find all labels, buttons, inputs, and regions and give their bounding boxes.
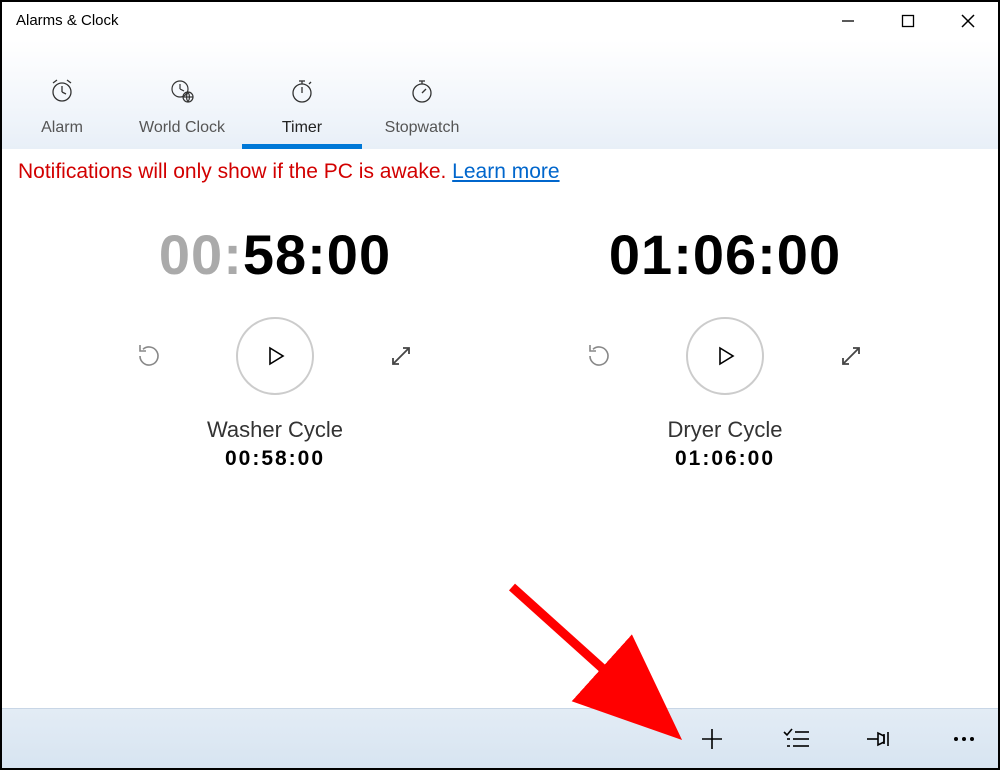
close-icon [960,13,976,29]
timer-name: Dryer Cycle [500,417,950,443]
reset-icon [584,341,614,371]
pin-icon [866,728,894,750]
tab-label: World Clock [139,119,225,137]
tab-label: Alarm [41,119,83,137]
timer-icon [289,78,315,109]
notification-bar: Notifications will only show if the PC i… [2,150,998,192]
select-button[interactable] [782,725,810,753]
app-window: Alarms & Clock Alarm [0,0,1000,770]
window-controls [818,2,998,40]
window-title: Alarms & Clock [16,2,119,40]
tab-label: Timer [282,119,322,137]
minimize-icon [841,14,855,28]
expand-button[interactable] [384,339,418,373]
tab-timer[interactable]: Timer [242,78,362,149]
command-bar [2,708,998,768]
timer-controls [50,317,500,395]
alarm-icon [49,78,75,109]
maximize-button[interactable] [878,2,938,40]
stopwatch-icon [409,78,435,109]
tabs-row: Alarm World Clock Timer [2,40,998,150]
more-button[interactable] [950,725,978,753]
maximize-icon [901,14,915,28]
checklist-icon [783,728,809,750]
timer-controls [500,317,950,395]
timer-duration: 00:58:00 [50,447,500,471]
play-button[interactable] [686,317,764,395]
worldclock-icon [169,78,195,109]
timer-hours: 01 [609,223,673,286]
tab-alarm[interactable]: Alarm [2,78,122,149]
tab-worldclock[interactable]: World Clock [122,78,242,149]
reset-icon [134,341,164,371]
title-bar: Alarms & Clock [2,2,998,40]
timer-minutes: 58 [243,223,307,286]
learn-more-link[interactable]: Learn more [452,160,559,183]
close-button[interactable] [938,2,998,40]
timer-display: 01:06:00 [500,222,950,287]
play-button[interactable] [236,317,314,395]
tab-label: Stopwatch [385,119,460,137]
pin-button[interactable] [866,725,894,753]
plus-icon [699,726,725,752]
minimize-button[interactable] [818,2,878,40]
ellipsis-icon [951,734,977,744]
timer-card: 01:06:00 Dryer Cycle 01:06:00 [500,222,950,471]
notification-text: Notifications will only show if the PC i… [18,160,452,183]
expand-icon [388,343,414,369]
play-icon [263,344,287,368]
timer-minutes: 06 [693,223,757,286]
play-icon [713,344,737,368]
add-timer-button[interactable] [698,725,726,753]
timer-hours: 00 [159,223,223,286]
timer-duration: 01:06:00 [500,447,950,471]
timer-card: 00:58:00 Washer Cycle 00:58:00 [50,222,500,471]
timer-seconds: 00 [327,223,391,286]
timer-seconds: 00 [777,223,841,286]
reset-button[interactable] [582,339,616,373]
timers-area: 00:58:00 Washer Cycle 00:58:00 [2,192,998,471]
timer-display: 00:58:00 [50,222,500,287]
tab-stopwatch[interactable]: Stopwatch [362,78,482,149]
expand-button[interactable] [834,339,868,373]
reset-button[interactable] [132,339,166,373]
timer-name: Washer Cycle [50,417,500,443]
expand-icon [838,343,864,369]
